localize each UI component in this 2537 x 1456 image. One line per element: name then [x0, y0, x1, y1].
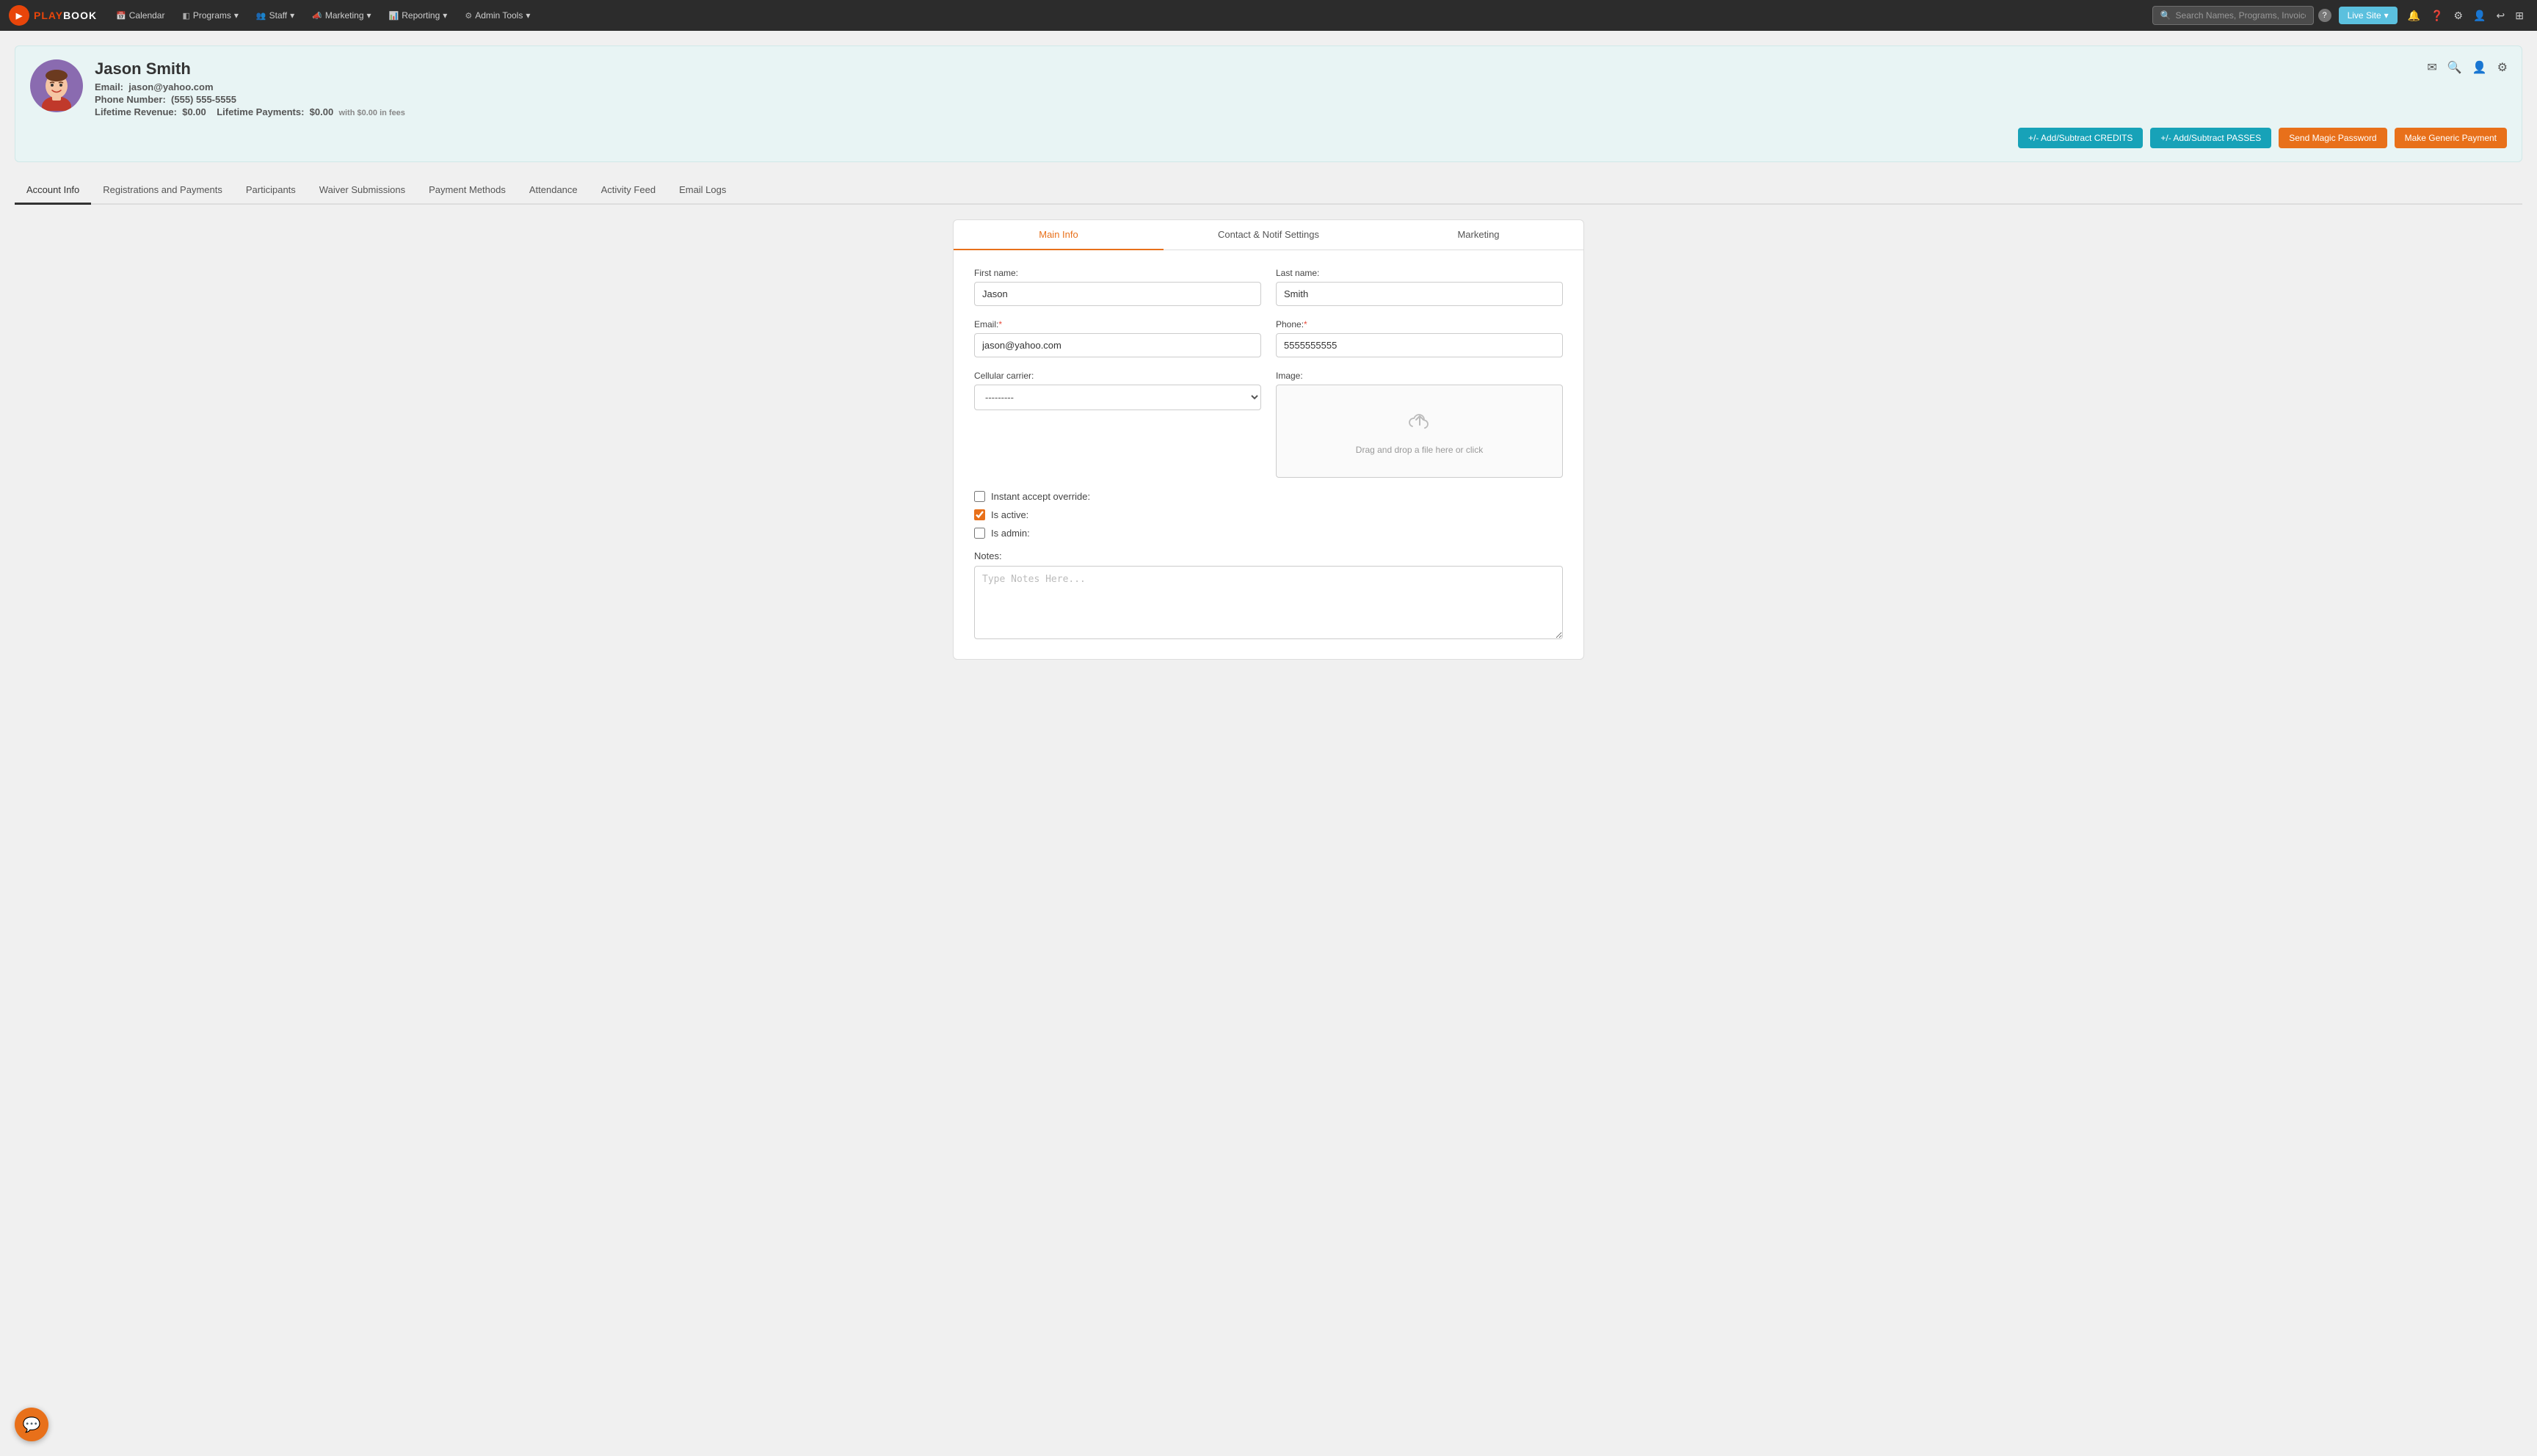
search-input[interactable]: [2176, 10, 2306, 21]
profile-card: Jason Smith Email: jason@yahoo.com Phone…: [15, 46, 2522, 162]
settings-button[interactable]: ⚙: [2450, 5, 2468, 26]
tab-account-info[interactable]: Account Info: [15, 177, 91, 205]
email-icon[interactable]: ✉: [2425, 58, 2439, 77]
tab-payment-methods[interactable]: Payment Methods: [417, 177, 518, 205]
tab-waiver[interactable]: Waiver Submissions: [308, 177, 417, 205]
first-name-input[interactable]: [974, 282, 1261, 306]
marketing-icon: 📣: [312, 11, 322, 21]
nav-calendar[interactable]: 📅 Calendar: [109, 0, 172, 31]
first-name-label: First name:: [974, 268, 1261, 278]
inner-tab-marketing[interactable]: Marketing: [1373, 220, 1583, 250]
chat-bubble[interactable]: 💬: [15, 1408, 48, 1441]
profile-top-actions: ✉ 🔍 👤 ⚙: [2425, 58, 2510, 77]
last-name-label: Last name:: [1276, 268, 1563, 278]
notes-label: Notes:: [974, 550, 1563, 561]
tab-participants[interactable]: Participants: [234, 177, 308, 205]
notifications-button[interactable]: 🔔: [2403, 5, 2425, 26]
help-badge[interactable]: ?: [2318, 9, 2331, 22]
image-group: Image: Drag and drop a file here or clic…: [1276, 371, 1563, 478]
nav-programs[interactable]: ◧ Programs ▾: [175, 0, 245, 31]
carrier-image-row: Cellular carrier: --------- AT&T Verizon…: [974, 371, 1563, 478]
image-label: Image:: [1276, 371, 1563, 381]
profile-email: Email: jason@yahoo.com: [95, 81, 2507, 92]
help-button[interactable]: ❓: [2426, 5, 2447, 26]
inner-tab-contact-notif[interactable]: Contact & Notif Settings: [1164, 220, 1373, 250]
profile-phone: Phone Number: (555) 555-5555: [95, 94, 2507, 105]
nav-staff[interactable]: 👥 Staff ▾: [249, 0, 302, 31]
email-label: Email:*: [974, 319, 1261, 330]
phone-group: Phone:*: [1276, 319, 1563, 357]
image-upload-box[interactable]: Drag and drop a file here or click: [1276, 385, 1563, 478]
calendar-icon: 📅: [116, 11, 126, 21]
is-active-row: Is active:: [974, 509, 1563, 520]
instant-accept-label: Instant accept override:: [991, 491, 1090, 502]
tab-attendance[interactable]: Attendance: [518, 177, 589, 205]
staff-icon: 👥: [256, 11, 266, 21]
phone-label: Phone:*: [1276, 319, 1563, 330]
checkboxes-section: Instant accept override: Is active: Is a…: [974, 491, 1563, 539]
email-input[interactable]: [974, 333, 1261, 357]
avatar: [30, 59, 83, 112]
add-subtract-credits-button[interactable]: +/- Add/Subtract CREDITS: [2018, 128, 2143, 148]
inner-card: Main Info Contact & Notif Settings Marke…: [953, 219, 1584, 660]
app-logo[interactable]: ▶ PLAYBOOK: [9, 5, 97, 26]
admin-icon: ⚙: [465, 11, 472, 21]
upload-text: Drag and drop a file here or click: [1291, 445, 1547, 455]
global-search[interactable]: 🔍: [2152, 6, 2314, 25]
user-edit-icon[interactable]: 👤: [2470, 58, 2489, 77]
make-generic-payment-button[interactable]: Make Generic Payment: [2395, 128, 2507, 148]
cellular-carrier-select[interactable]: --------- AT&T Verizon T-Mobile Sprint O…: [974, 385, 1261, 410]
last-name-input[interactable]: [1276, 282, 1563, 306]
tab-registrations[interactable]: Registrations and Payments: [91, 177, 234, 205]
search-icon: 🔍: [2160, 10, 2171, 21]
nav-marketing[interactable]: 📣 Marketing ▾: [305, 0, 378, 31]
is-admin-row: Is admin:: [974, 528, 1563, 539]
is-active-checkbox[interactable]: [974, 509, 985, 520]
inner-tab-main-info[interactable]: Main Info: [954, 220, 1164, 250]
phone-input[interactable]: [1276, 333, 1563, 357]
history-button[interactable]: ↩: [2492, 5, 2510, 26]
inner-tabs: Main Info Contact & Notif Settings Marke…: [954, 220, 1583, 250]
logo-text: PLAYBOOK: [34, 10, 97, 21]
nav-admin-tools[interactable]: ⚙ Admin Tools ▾: [457, 0, 537, 31]
notes-section: Notes:: [974, 550, 1563, 641]
apps-button[interactable]: ⊞: [2511, 5, 2528, 26]
add-subtract-passes-button[interactable]: +/- Add/Subtract PASSES: [2150, 128, 2271, 148]
notes-textarea[interactable]: [974, 566, 1563, 639]
profile-revenue: Lifetime Revenue: $0.00 Lifetime Payment…: [95, 106, 2507, 117]
last-name-group: Last name:: [1276, 268, 1563, 306]
logo-icon: ▶: [9, 5, 29, 26]
cellular-carrier-label: Cellular carrier:: [974, 371, 1261, 381]
is-active-label: Is active:: [991, 509, 1028, 520]
search-profile-icon[interactable]: 🔍: [2445, 58, 2464, 77]
live-site-button[interactable]: Live Site ▾: [2339, 7, 2398, 24]
outer-tabs: Account Info Registrations and Payments …: [15, 177, 2522, 205]
is-admin-label: Is admin:: [991, 528, 1030, 539]
profile-info: Jason Smith Email: jason@yahoo.com Phone…: [95, 59, 2507, 119]
instant-accept-checkbox[interactable]: [974, 491, 985, 502]
reporting-icon: 📊: [389, 11, 399, 21]
profile-bottom-actions: +/- Add/Subtract CREDITS +/- Add/Subtrac…: [30, 128, 2507, 148]
programs-icon: ◧: [182, 11, 189, 21]
cellular-carrier-group: Cellular carrier: --------- AT&T Verizon…: [974, 371, 1261, 478]
settings-profile-icon[interactable]: ⚙: [2495, 58, 2510, 77]
profile-name: Jason Smith: [95, 59, 2507, 79]
user-button[interactable]: 👤: [2469, 5, 2490, 26]
name-row: First name: Last name:: [974, 268, 1563, 306]
upload-icon: [1291, 407, 1547, 439]
email-group: Email:*: [974, 319, 1261, 357]
first-name-group: First name:: [974, 268, 1261, 306]
tab-email-logs[interactable]: Email Logs: [667, 177, 738, 205]
tab-activity-feed[interactable]: Activity Feed: [589, 177, 667, 205]
main-info-form: First name: Last name: Email:*: [954, 250, 1583, 659]
nav-reporting[interactable]: 📊 Reporting ▾: [382, 0, 455, 31]
is-admin-checkbox[interactable]: [974, 528, 985, 539]
chat-icon: 💬: [23, 1416, 41, 1434]
email-phone-row: Email:* Phone:*: [974, 319, 1563, 357]
instant-accept-row: Instant accept override:: [974, 491, 1563, 502]
send-magic-password-button[interactable]: Send Magic Password: [2279, 128, 2387, 148]
